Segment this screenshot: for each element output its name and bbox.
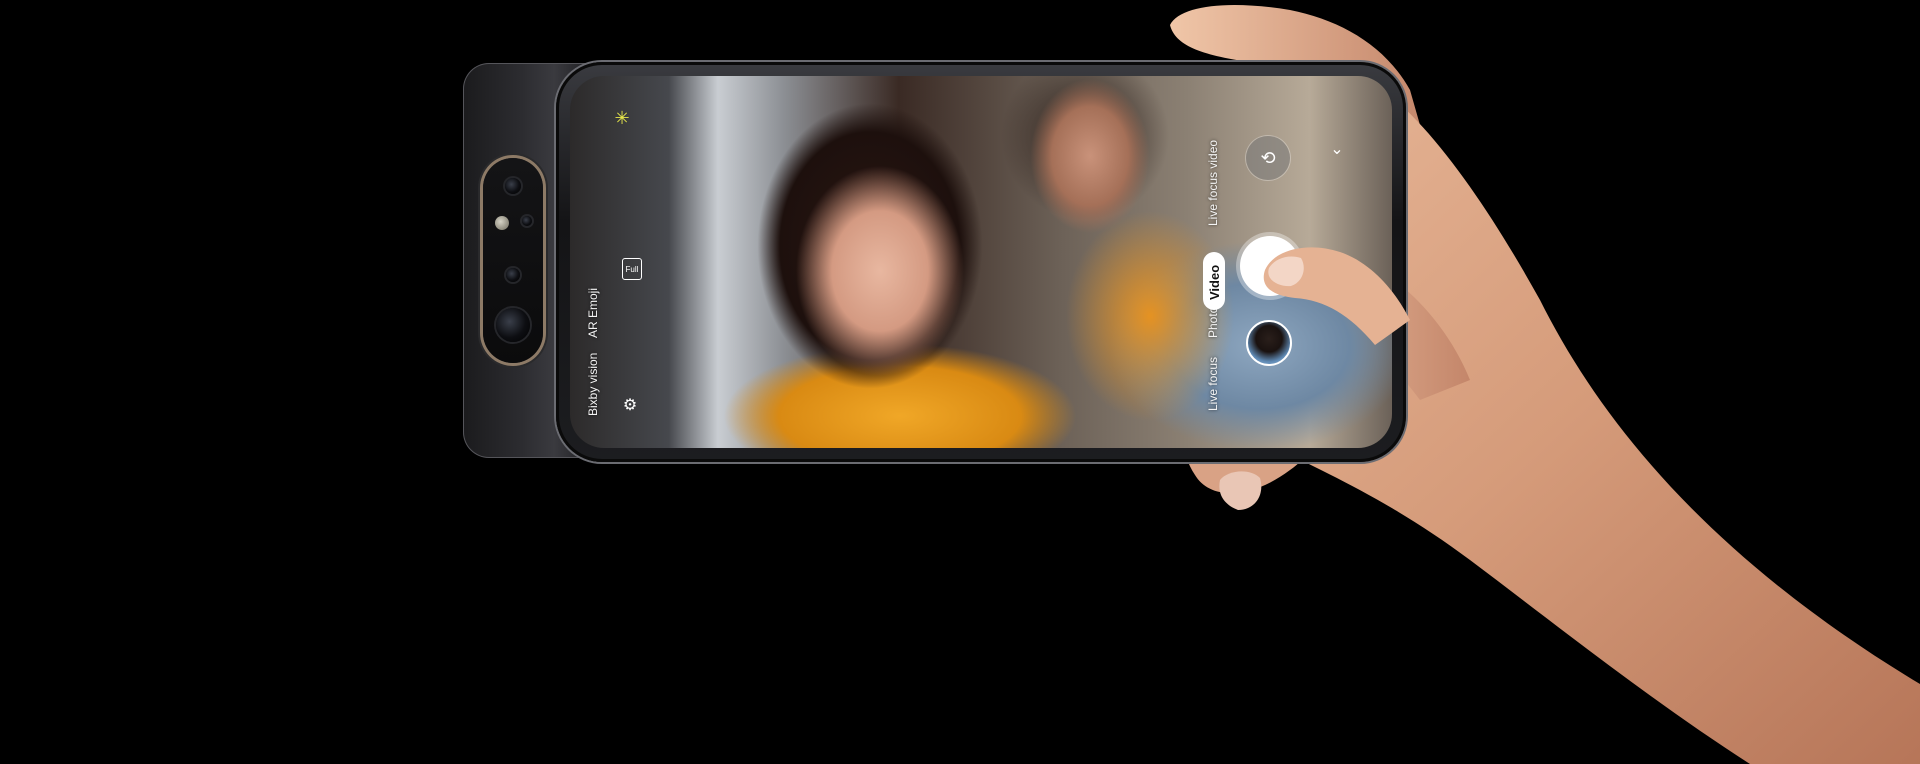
mode-ar-emoji[interactable]: AR Emoji	[586, 288, 600, 338]
sparkle-icon[interactable]: ✳	[612, 108, 632, 128]
product-hero: ✳ Full AR Emoji Bixby vision ⚙ Live focu…	[0, 0, 1920, 764]
camera-lens	[506, 268, 520, 282]
aspect-ratio-label: Full	[625, 264, 639, 274]
sensor-dot	[522, 216, 532, 226]
camera-lens	[505, 178, 521, 194]
chevron-down-icon[interactable]: ⌄	[1326, 138, 1348, 160]
mode-photo[interactable]: Photo	[1206, 307, 1220, 338]
mode-live-focus-video[interactable]: Live focus video	[1206, 140, 1220, 226]
selected-mode-label: Video	[1207, 264, 1222, 300]
gear-icon[interactable]: ⚙	[621, 396, 639, 414]
mode-bixby-vision[interactable]: Bixby vision	[586, 353, 600, 416]
switch-camera-button[interactable]: ⟲	[1246, 136, 1290, 180]
thumb-overlay	[1263, 247, 1410, 345]
flash-icon	[495, 216, 509, 230]
camera-lens-array	[483, 158, 543, 363]
switch-camera-icon: ⟲	[1260, 147, 1276, 168]
main-camera-lens	[496, 308, 530, 342]
mode-video-selected[interactable]: Video	[1203, 252, 1225, 310]
full-screen-ratio-icon[interactable]: Full	[622, 258, 642, 280]
mode-live-focus[interactable]: Live focus	[1206, 357, 1220, 411]
